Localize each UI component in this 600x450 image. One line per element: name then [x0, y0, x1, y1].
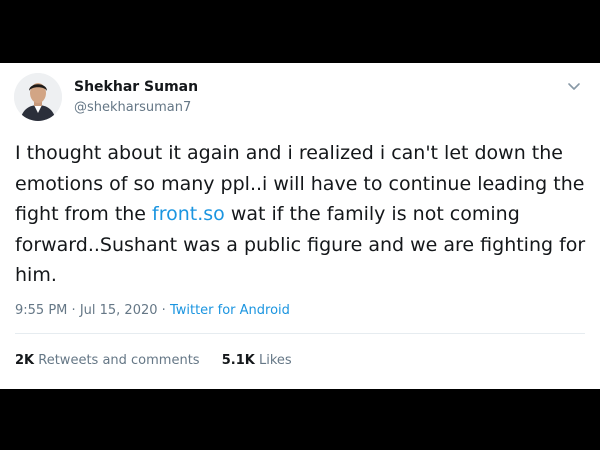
retweets-count: 2K	[15, 353, 35, 368]
author-handle[interactable]: @shekharsuman7	[74, 100, 191, 115]
tweet-stats: 2K Retweets and comments 5.1K Likes	[15, 353, 292, 368]
likes-count: 5.1K	[221, 353, 255, 368]
chevron-down-icon[interactable]	[565, 77, 583, 95]
tweet-text: I thought about it again and i realized …	[15, 138, 590, 291]
divider	[15, 333, 585, 334]
author-name[interactable]: Shekhar Suman	[74, 79, 198, 95]
avatar[interactable]	[14, 73, 62, 121]
tweet-date[interactable]: Jul 15, 2020	[80, 303, 158, 318]
tweet-link[interactable]: front.so	[152, 203, 225, 225]
meta-separator: ·	[71, 303, 76, 318]
tweet-time[interactable]: 9:55 PM	[15, 303, 67, 318]
retweets-stat[interactable]: 2K Retweets and comments	[15, 353, 200, 368]
likes-stat[interactable]: 5.1K Likes	[222, 353, 292, 368]
tweet-source[interactable]: Twitter for Android	[170, 303, 290, 318]
avatar-photo	[14, 73, 62, 121]
tweet-card: Shekhar Suman @shekharsuman7 I thought a…	[0, 63, 600, 389]
meta-separator: ·	[161, 303, 166, 318]
tweet-meta: 9:55 PM · Jul 15, 2020 · Twitter for And…	[15, 303, 290, 318]
likes-label: Likes	[258, 353, 292, 368]
retweets-label: Retweets and comments	[38, 353, 200, 368]
